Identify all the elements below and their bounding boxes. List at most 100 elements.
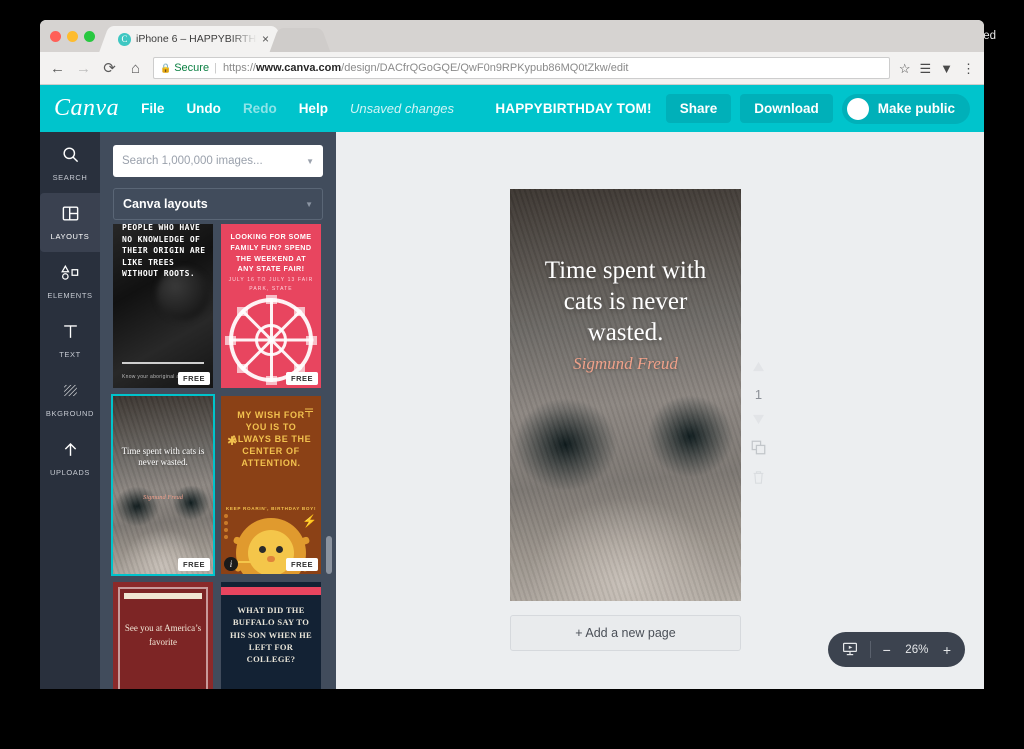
delete-page-icon[interactable] xyxy=(752,470,765,489)
canva-logo[interactable]: Canva xyxy=(54,95,119,122)
layout-thumbnail[interactable]: WHAT DID THE BUFFALO SAY TO HIS SON WHEN… xyxy=(221,582,321,689)
thumbnail-quote: MY WISH FOR YOU IS TO ALWAYS BE THE CENT… xyxy=(230,410,312,469)
canva-application: Canva File Undo Redo Help Unsaved change… xyxy=(40,85,984,689)
duplicate-page-icon[interactable] xyxy=(751,440,766,459)
toolbar-right-icons: ☆ ☰ ▼ ⋮ xyxy=(899,62,975,75)
close-window-button[interactable] xyxy=(50,31,61,42)
info-icon[interactable]: i xyxy=(224,557,238,571)
layout-thumbnail[interactable]: LOOKING FOR SOME FAMILY FUN? SPEND THE W… xyxy=(221,224,321,388)
lock-icon: 🔒 xyxy=(160,62,172,73)
design-quote-text[interactable]: Time spent with cats is never wasted. xyxy=(510,255,741,349)
sidebar-item-uploads[interactable]: UPLOADS xyxy=(40,429,100,488)
window-traffic-lights[interactable] xyxy=(50,31,95,42)
menu-item-redo[interactable]: Redo xyxy=(243,101,277,116)
share-button[interactable]: Share xyxy=(665,94,732,123)
upload-icon xyxy=(61,440,80,463)
zoom-in-button[interactable]: + xyxy=(943,643,951,657)
sidebar-label-layouts: LAYOUTS xyxy=(50,232,90,241)
forward-icon[interactable]: → xyxy=(75,61,92,76)
chevron-down-icon[interactable]: ▼ xyxy=(305,200,313,209)
sidebar-item-background[interactable]: BKGROUND xyxy=(40,370,100,429)
panel-controls: ▼ Canva layouts ▼ xyxy=(100,132,336,220)
make-public-toggle[interactable]: Make public xyxy=(841,93,970,124)
sidebar-item-search[interactable]: SEARCH xyxy=(40,134,100,193)
browser-menu-icon[interactable]: ⋮ xyxy=(962,62,975,75)
layout-thumbnail[interactable]: See you at America’s favorite xyxy=(113,582,213,689)
search-input[interactable] xyxy=(122,155,307,167)
browser-toolbar: ← → ⟳ ⌂ 🔒 Secure | https://www.canva.com… xyxy=(40,52,984,85)
cat-photo xyxy=(113,396,213,574)
new-tab-button[interactable] xyxy=(279,28,321,52)
thumbnail-quote: PEOPLE WHO HAVE NO KNOWLEDGE OF THEIR OR… xyxy=(122,224,206,279)
sidebar-item-layouts[interactable]: LAYOUTS xyxy=(40,193,100,252)
url-text: https://www.canva.com/design/DACfrQGoGQE… xyxy=(223,62,629,74)
back-icon[interactable]: ← xyxy=(49,61,66,76)
free-badge: FREE xyxy=(285,558,318,571)
save-status-label: Unsaved changes xyxy=(349,101,455,116)
thumbnail-quote: WHAT DID THE BUFFALO SAY TO HIS SON WHEN… xyxy=(229,605,313,665)
layout-thumbnail[interactable]: PEOPLE WHO HAVE NO KNOWLEDGE OF THEIR OR… xyxy=(113,224,213,388)
sidebar-item-elements[interactable]: ELEMENTS xyxy=(40,252,100,311)
home-icon[interactable]: ⌂ xyxy=(127,61,144,76)
elements-icon xyxy=(60,263,81,286)
chevron-down-icon[interactable]: ▼ xyxy=(306,157,314,166)
page-tools: 1 xyxy=(751,360,766,489)
design-author-text[interactable]: Sigmund Freud xyxy=(510,354,741,374)
browser-window: C iPhone 6 – HAPPYBIRTHDAY T × ← → ⟳ ⌂ 🔒… xyxy=(40,20,984,689)
thumbnail-quote: LOOKING FOR SOME FAMILY FUN? SPEND THE W… xyxy=(230,232,312,274)
menu-item-undo[interactable]: Undo xyxy=(186,101,221,116)
design-page-1[interactable]: Time spent with cats is never wasted. Si… xyxy=(510,189,741,601)
thumbnail-quote: See you at America’s favorite xyxy=(124,623,202,647)
move-page-up-icon[interactable] xyxy=(752,360,765,376)
present-icon[interactable] xyxy=(842,641,858,659)
url-scheme: https:// xyxy=(222,62,256,74)
zoom-out-button[interactable]: − xyxy=(883,643,891,657)
background-icon xyxy=(61,381,80,404)
category-select-value: Canva layouts xyxy=(123,197,208,211)
thumbnail-subtitle: JULY 16 TO JULY 13 FAIR PARK, STATE xyxy=(228,277,314,292)
sidebar-label-uploads: UPLOADS xyxy=(49,468,91,477)
secure-label: Secure xyxy=(174,62,210,74)
url-domain: www.canva.com xyxy=(255,62,342,74)
url-path: /design/DACfrQGoGQE/QwF0n9RPKypub86MQ0tZ… xyxy=(341,62,629,74)
canva-header: Canva File Undo Redo Help Unsaved change… xyxy=(40,85,984,132)
sidebar-label-text: TEXT xyxy=(59,350,81,359)
maximize-window-button[interactable] xyxy=(84,31,95,42)
sidebar-label-background: BKGROUND xyxy=(45,409,95,418)
layouts-icon xyxy=(61,204,80,227)
bookmark-star-icon[interactable]: ☆ xyxy=(899,62,911,75)
download-button[interactable]: Download xyxy=(740,94,833,123)
zoom-toolbar: − 26% + xyxy=(827,632,965,667)
search-field-wrapper[interactable]: ▼ xyxy=(113,145,323,177)
browser-tab-active[interactable]: C iPhone 6 – HAPPYBIRTHDAY T × xyxy=(110,26,275,52)
canva-favicon: C xyxy=(118,32,131,46)
reload-icon[interactable]: ⟳ xyxy=(101,61,118,76)
cat-photo xyxy=(510,189,741,601)
zoom-level-value: 26% xyxy=(905,643,929,656)
layout-thumbnail-grid: PEOPLE WHO HAVE NO KNOWLEDGE OF THEIR OR… xyxy=(100,224,336,689)
toggle-knob xyxy=(846,97,869,120)
browser-tab-bar: C iPhone 6 – HAPPYBIRTHDAY T × xyxy=(40,20,984,52)
category-select[interactable]: Canva layouts ▼ xyxy=(113,188,323,220)
free-badge: FREE xyxy=(177,558,210,571)
thumbnail-divider xyxy=(122,362,204,364)
sidebar-label-search: SEARCH xyxy=(52,173,88,182)
address-bar[interactable]: 🔒 Secure | https://www.canva.com/design/… xyxy=(153,57,890,79)
pocket-icon[interactable]: ▼ xyxy=(940,62,953,75)
layers-stack-icon[interactable]: ☰ xyxy=(919,62,931,75)
panel-scrollbar-thumb[interactable] xyxy=(326,536,332,574)
move-page-down-icon[interactable] xyxy=(752,413,765,429)
minimize-window-button[interactable] xyxy=(67,31,78,42)
sidebar-item-text[interactable]: TEXT xyxy=(40,311,100,370)
menu-item-file[interactable]: File xyxy=(141,101,164,116)
decorative-dots xyxy=(224,511,228,542)
menu-item-help[interactable]: Help xyxy=(299,101,328,116)
thumbnail-subtitle: KEEP ROARIN', BIRTHDAY BOY! xyxy=(225,506,317,511)
thumbnail-author: Sigmund Freud xyxy=(142,493,184,501)
add-new-page-button[interactable]: + Add a new page xyxy=(510,615,741,651)
layout-thumbnail-selected[interactable]: Time spent with cats is never wasted. Si… xyxy=(111,394,215,576)
canva-body: SEARCH LAYOUTS ELEMENTS TEXT BKGROUND UP… xyxy=(40,132,984,689)
close-icon[interactable]: × xyxy=(262,33,269,45)
thumbnail-quote: Time spent with cats is never wasted. xyxy=(121,445,205,468)
layout-thumbnail[interactable]: 〒 ✱ ⚡ MY WISH FOR YOU IS TO ALWAYS BE TH… xyxy=(221,396,321,574)
